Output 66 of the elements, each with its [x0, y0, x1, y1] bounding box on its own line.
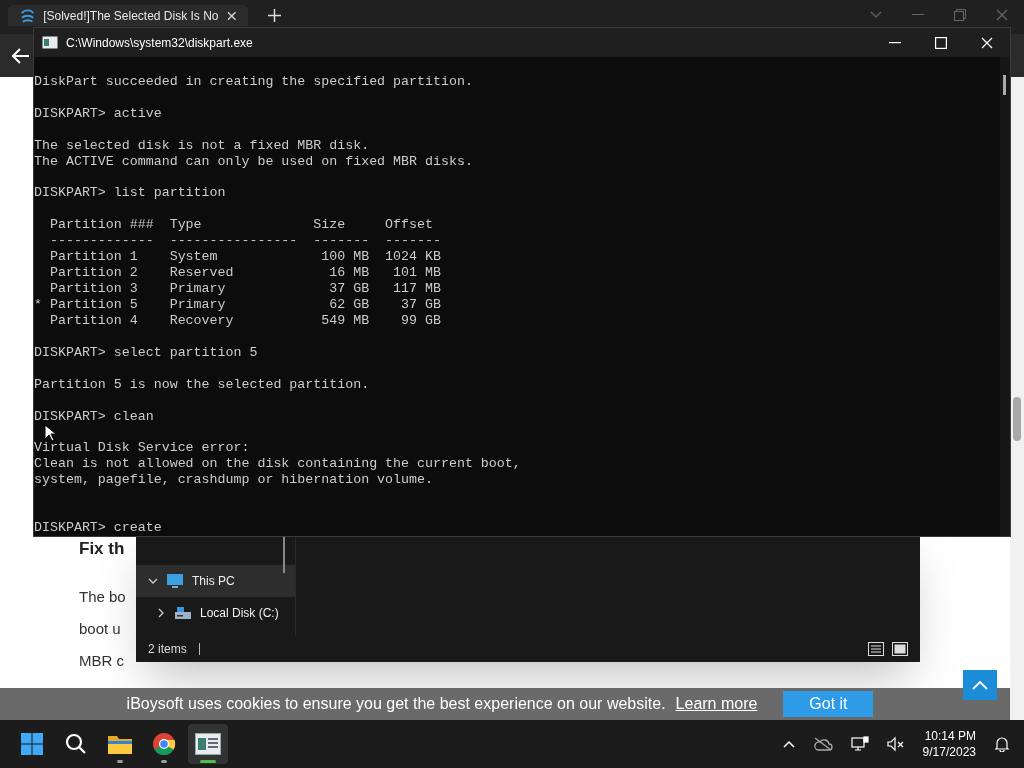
- chrome-logo-icon: [152, 732, 176, 756]
- clock-time[interactable]: 10:14 PM: [924, 728, 976, 744]
- console-line: DISKPART> list partition: [34, 185, 226, 202]
- running-indicator: [161, 760, 167, 763]
- scroll-to-top-button[interactable]: [963, 670, 997, 700]
- console-line: Partition 4 Recovery 549 MB 99 GB: [48, 313, 441, 330]
- scrollbar[interactable]: [1010, 77, 1024, 720]
- chevron-right-icon[interactable]: [156, 608, 166, 618]
- tab-title: [Solved!]The Selected Disk Is No: [43, 7, 219, 25]
- notification-bell-icon[interactable]: [994, 736, 1010, 752]
- item-count: 2 items: [148, 641, 187, 658]
- search-icon: [64, 732, 88, 756]
- cookie-message: iBoysoft uses cookies to ensure you get the best experience on our website.: [126, 694, 666, 714]
- running-indicator: [200, 760, 216, 763]
- console-line: DiskPart succeeded in creating the specified partition.: [34, 74, 473, 90]
- windows-logo-icon: [20, 732, 44, 756]
- minimize-icon[interactable]: [889, 41, 901, 44]
- speaker-muted-icon[interactable]: [886, 736, 905, 752]
- tree-item[interactable]: This PC: [136, 565, 295, 597]
- tree-label: Local Disk (C:): [200, 605, 279, 622]
- taskbar-app-button[interactable]: [188, 724, 228, 764]
- console-line: system, pagefile, crashdump or hibernation volume.: [34, 472, 433, 489]
- running-indicator: [117, 760, 123, 763]
- chevron-up-icon[interactable]: [782, 740, 795, 748]
- site-logo-icon: [20, 7, 36, 24]
- tiles-view-icon[interactable]: [892, 642, 908, 656]
- console-line: ------------- ---------------- ------- -------: [48, 233, 441, 250]
- tree-item[interactable]: Local Disk (C:): [136, 597, 295, 629]
- network-monitor-icon[interactable]: [850, 736, 869, 752]
- window-title: C:\Windows\system32\diskpart.exe: [66, 34, 253, 52]
- restore-icon[interactable]: [954, 9, 966, 21]
- console-line: Virtual Disk Service error:: [34, 440, 250, 457]
- console-line: DISKPART> create: [34, 519, 162, 536]
- console-line: Partition 2 Reserved 16 MB 101 MB: [48, 265, 441, 282]
- cloud-off-icon[interactable]: [812, 737, 833, 751]
- console-line: Partition 3 Primary 37 GB 117 MB: [48, 281, 441, 298]
- terminal-window-icon: [195, 733, 221, 755]
- article-text: boot u: [79, 619, 121, 639]
- computer-icon: [166, 573, 184, 589]
- console-line: DISKPART> clean: [34, 408, 154, 425]
- back-arrow-icon[interactable]: [12, 47, 30, 64]
- chevron-up-icon: [972, 680, 988, 690]
- tree-label: This PC: [192, 573, 235, 590]
- terminal-window-icon: [42, 36, 58, 49]
- maximize-icon[interactable]: [935, 36, 947, 49]
- article-heading: Fix th: [79, 539, 125, 559]
- console-line: Partition 5 is now the selected partition.: [34, 376, 370, 393]
- console-line: DISKPART> active: [34, 105, 162, 122]
- console-line: Partition ### Type Size Offset: [48, 217, 433, 234]
- console-line: The selected disk is not a fixed MBR disk.: [34, 137, 370, 154]
- console-line: Partition 1 System 100 MB 1024 KB: [48, 249, 441, 266]
- browser-tab[interactable]: [Solved!]The Selected Disk Is No: [8, 5, 248, 26]
- clock-date[interactable]: 9/17/2023: [922, 744, 976, 760]
- scrollbar[interactable]: [1000, 57, 1010, 536]
- learn-more-link[interactable]: Learn more: [675, 692, 758, 716]
- chevron-down-icon[interactable]: [148, 576, 158, 586]
- drive-icon: [174, 606, 192, 620]
- mouse-pointer-icon: [44, 424, 56, 442]
- article-text: MBR c: [79, 651, 124, 671]
- console-line: * Partition 5 Primary 62 GB 37 GB: [34, 297, 441, 314]
- console-line: Clean is not allowed on the disk containing the current boot,: [34, 456, 521, 473]
- article-text: The bo: [79, 587, 126, 607]
- console-line: The ACTIVE command can only be used on fixed MBR disks.: [34, 153, 473, 170]
- new-tab-icon[interactable]: [268, 9, 281, 22]
- details-view-icon[interactable]: [868, 642, 884, 656]
- console-line: DISKPART> select partition 5: [34, 345, 258, 361]
